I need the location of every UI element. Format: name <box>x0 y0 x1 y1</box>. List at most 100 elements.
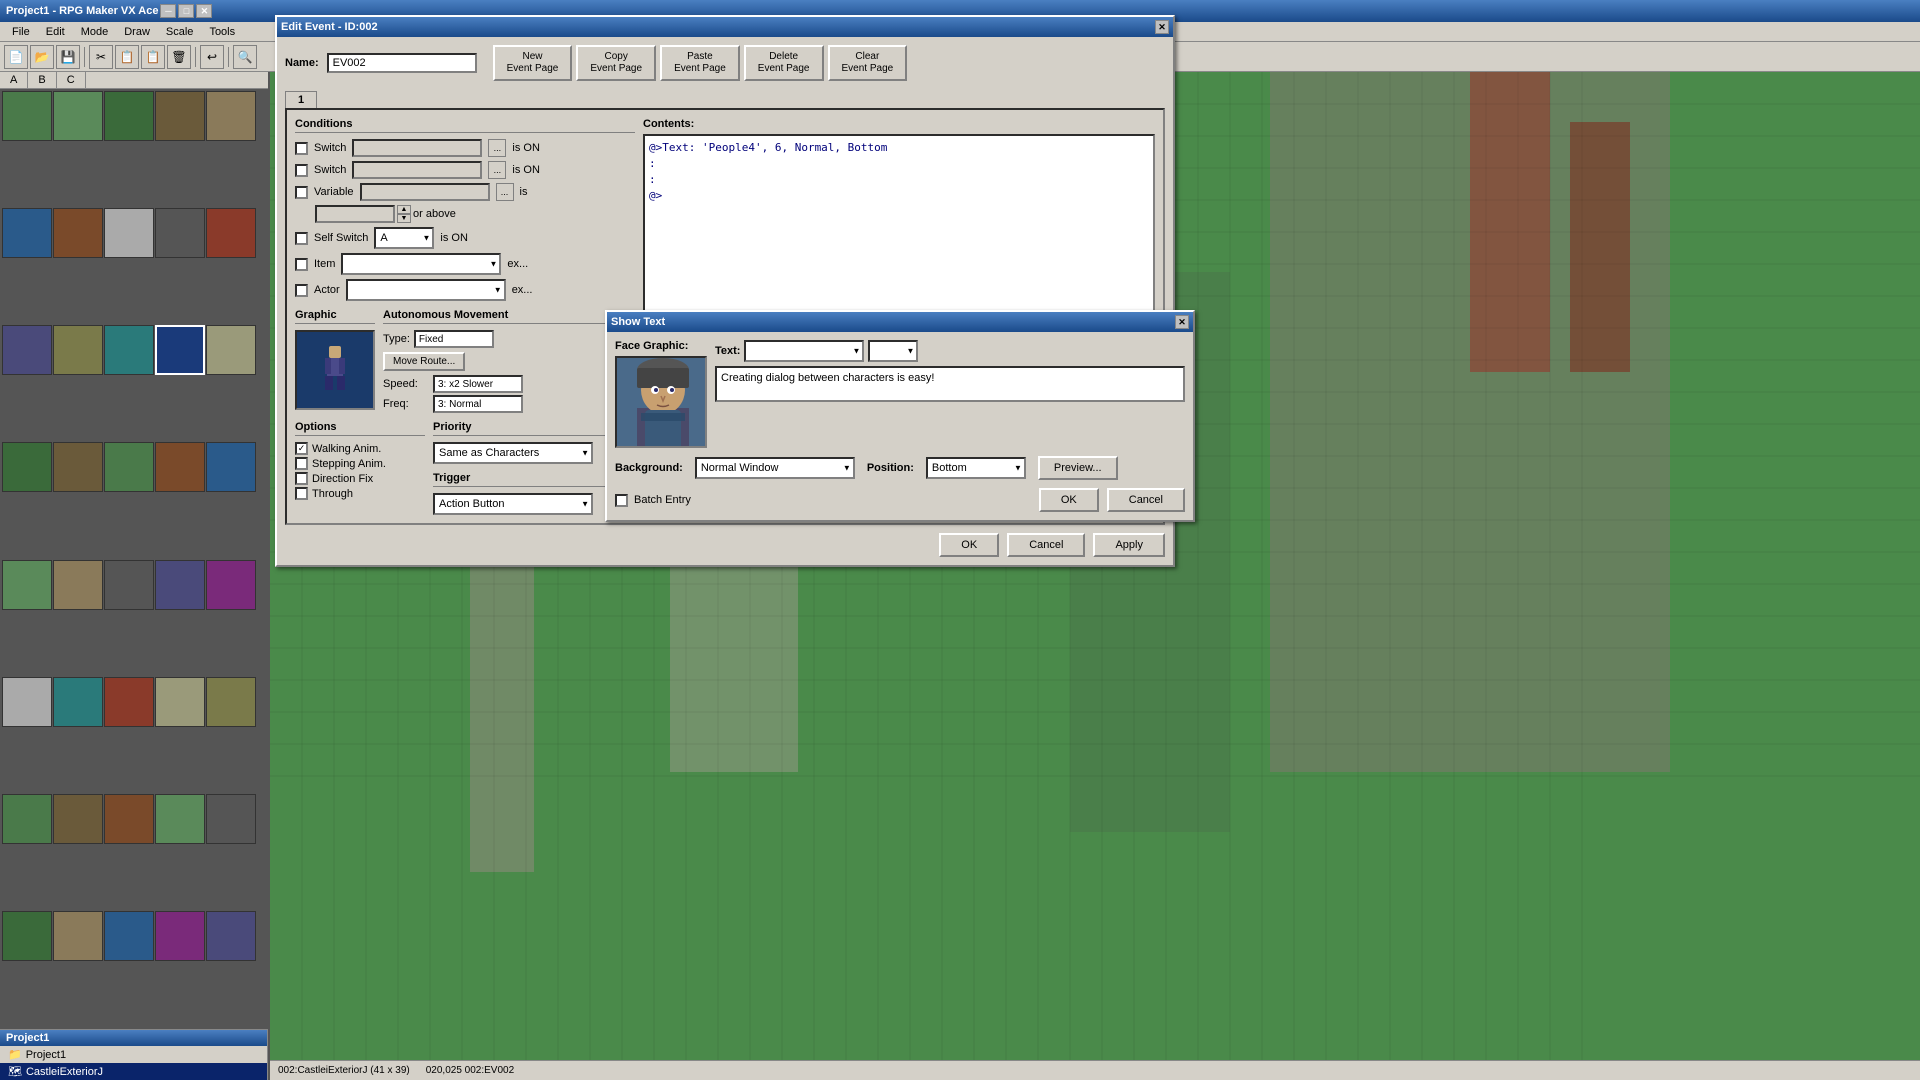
show-text-title: Show Text <box>611 316 1175 328</box>
left-panel: Conditions Switch ... is ON Switch <box>295 118 635 515</box>
face-graphic-label: Face Graphic: <box>615 340 688 352</box>
graphic-title: Graphic <box>295 309 375 324</box>
item-suffix: ex... <box>507 258 528 270</box>
show-text-ok-button[interactable]: OK <box>1039 488 1099 512</box>
movement-type-row: Type: <box>383 330 635 348</box>
event-buttons: NewEvent Page CopyEvent Page PasteEvent … <box>493 45 908 81</box>
switch1-browse[interactable]: ... <box>488 139 506 157</box>
switch2-checkbox[interactable] <box>295 164 308 177</box>
actor-select[interactable] <box>346 279 506 301</box>
direction-fix-row: Direction Fix <box>295 472 425 485</box>
copy-event-page-button[interactable]: CopyEvent Page <box>576 45 656 81</box>
movement-title: Autonomous Movement <box>383 309 635 324</box>
options-section: Options ✓ Walking Anim. Stepping Anim. <box>295 421 425 515</box>
background-label: Background: <box>615 462 683 474</box>
event-apply-button[interactable]: Apply <box>1093 533 1165 557</box>
show-text-textarea[interactable]: Creating dialog between characters is ea… <box>715 366 1185 402</box>
edit-event-close[interactable]: ✕ <box>1155 20 1169 34</box>
num-row: ▲ ▼ or above <box>315 205 635 223</box>
speed-input[interactable] <box>433 375 523 393</box>
contents-line-2: : <box>649 156 1149 172</box>
switch2-browse[interactable]: ... <box>488 161 506 179</box>
walking-checkmark: ✓ <box>298 443 306 454</box>
page-tab-1[interactable]: 1 <box>285 91 317 108</box>
num-spinners: ▲ ▼ <box>397 205 411 223</box>
walking-anim-label: Walking Anim. <box>312 443 381 455</box>
freq-row: Freq: <box>383 395 635 413</box>
event-cancel-button[interactable]: Cancel <box>1007 533 1085 557</box>
show-text-cancel-button[interactable]: Cancel <box>1107 488 1185 512</box>
contents-line-3: : <box>649 172 1149 188</box>
event-header-row: Name: NewEvent Page CopyEvent Page Paste… <box>285 45 1165 81</box>
graphic-box[interactable] <box>295 330 375 410</box>
text-font-select[interactable] <box>744 340 864 362</box>
batch-row: Batch Entry <box>615 494 691 507</box>
delete-event-page-button[interactable]: DeleteEvent Page <box>744 45 824 81</box>
face-portrait-svg <box>617 358 707 448</box>
bottom-row: Options ✓ Walking Anim. Stepping Anim. <box>295 421 635 515</box>
face-graphic-section: Face Graphic: <box>615 340 707 448</box>
actor-checkbox[interactable] <box>295 284 308 297</box>
show-text-content: Face Graphic: <box>607 332 1193 520</box>
event-name-input[interactable] <box>327 53 477 73</box>
trigger-select[interactable]: Action Button Player Touch Event Touch A… <box>433 493 593 515</box>
text-font-dropdown-wrap <box>744 340 864 362</box>
stepping-anim-row: Stepping Anim. <box>295 457 425 470</box>
variable-row: Variable ... is <box>295 183 635 201</box>
text-size-select[interactable] <box>868 340 918 362</box>
event-footer: OK Cancel Apply <box>285 525 1165 557</box>
self-switch-label: Self Switch <box>314 232 368 244</box>
graphic-movement-row: Graphic <box>295 309 635 413</box>
self-switch-select[interactable]: ABCD <box>374 227 434 249</box>
text-label: Text: <box>715 345 740 357</box>
stepping-anim-checkbox[interactable] <box>295 457 308 470</box>
position-select[interactable]: Bottom Middle Top <box>926 457 1026 479</box>
through-label: Through <box>312 488 353 500</box>
self-switch-row: Self Switch ABCD is ON <box>295 227 635 249</box>
item-row: Item ex... <box>295 253 635 275</box>
num-up[interactable]: ▲ <box>397 205 411 214</box>
switch2-suffix: is ON <box>512 164 540 176</box>
self-switch-checkbox[interactable] <box>295 232 308 245</box>
switch1-label: Switch <box>314 142 346 154</box>
face-text-row: Face Graphic: <box>615 340 1185 448</box>
switch1-suffix: is ON <box>512 142 540 154</box>
actor-label: Actor <box>314 284 340 296</box>
priority-select[interactable]: Same as Characters Below Characters Abov… <box>433 442 593 464</box>
freq-input[interactable] <box>433 395 523 413</box>
item-select[interactable] <box>341 253 501 275</box>
type-input[interactable] <box>414 330 494 348</box>
preview-button[interactable]: Preview... <box>1038 456 1118 480</box>
movement-section: Autonomous Movement Type: Move Route... … <box>383 309 635 413</box>
batch-checkbox[interactable] <box>615 494 628 507</box>
clear-event-page-button[interactable]: ClearEvent Page <box>828 45 908 81</box>
new-event-page-button[interactable]: NewEvent Page <box>493 45 573 81</box>
edit-event-title: Edit Event - ID:002 <box>281 21 1155 33</box>
face-graphic-box[interactable] <box>615 356 707 448</box>
walking-anim-checkbox[interactable]: ✓ <box>295 442 308 455</box>
switch2-label: Switch <box>314 164 346 176</box>
through-checkbox[interactable] <box>295 487 308 500</box>
show-text-close[interactable]: ✕ <box>1175 315 1189 329</box>
show-text-titlebar: Show Text ✕ <box>607 312 1193 332</box>
conditions-title: Conditions <box>295 118 635 133</box>
item-label: Item <box>314 258 335 270</box>
conditions-section: Conditions Switch ... is ON Switch <box>295 118 635 301</box>
switch1-checkbox[interactable] <box>295 142 308 155</box>
move-route-button[interactable]: Move Route... <box>383 352 465 371</box>
self-switch-suffix: is ON <box>440 232 468 244</box>
type-label: Type: <box>383 333 410 345</box>
actor-suffix: ex... <box>512 284 533 296</box>
variable-checkbox[interactable] <box>295 186 308 199</box>
num-value-input[interactable] <box>315 205 395 223</box>
num-down[interactable]: ▼ <box>397 214 411 223</box>
direction-fix-checkbox[interactable] <box>295 472 308 485</box>
item-checkbox[interactable] <box>295 258 308 271</box>
paste-event-page-button[interactable]: PasteEvent Page <box>660 45 740 81</box>
variable-browse[interactable]: ... <box>496 183 514 201</box>
speed-label: Speed: <box>383 378 429 390</box>
background-select[interactable]: Normal Window Dim Transparent <box>695 457 855 479</box>
freq-label: Freq: <box>383 398 429 410</box>
switch1-input <box>352 139 482 157</box>
event-ok-button[interactable]: OK <box>939 533 999 557</box>
